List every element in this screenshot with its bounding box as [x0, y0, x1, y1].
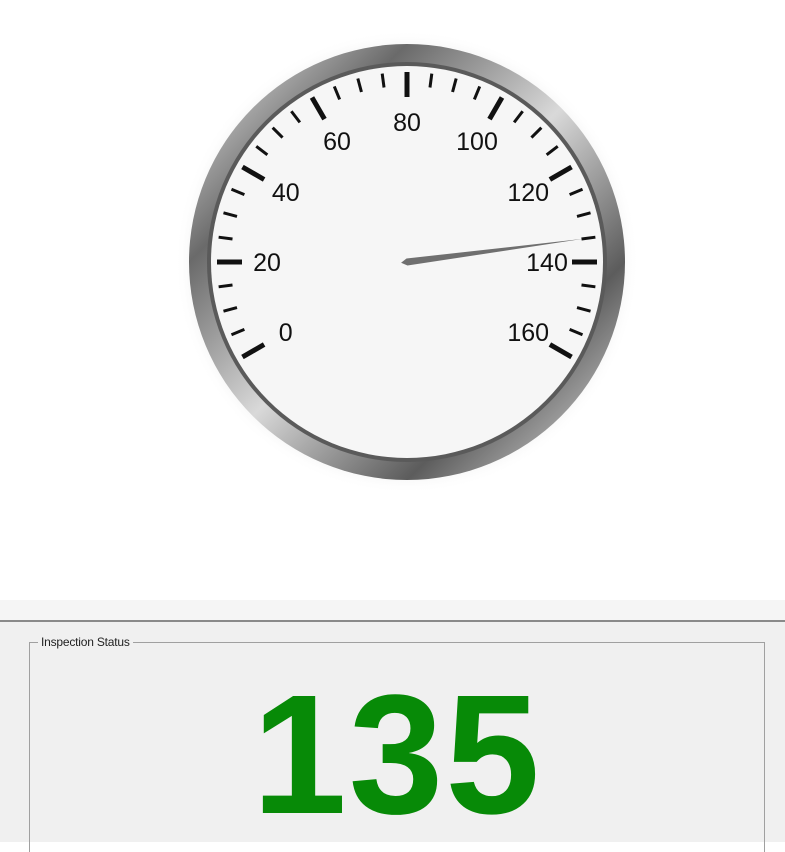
gauge-label-100: 100	[456, 128, 498, 156]
gauge-panel: 0 20 40 60 80 100 120 140 160	[0, 0, 785, 600]
divider-band	[0, 600, 785, 620]
minor-tick	[380, 73, 386, 88]
minor-tick	[581, 235, 596, 241]
gauge-label-60: 60	[323, 128, 351, 156]
speedometer-gauge: 0 20 40 60 80 100 120 140 160	[175, 30, 639, 494]
inspection-status-groupbox: Inspection Status 135	[29, 635, 765, 852]
inspection-status-panel: Inspection Status 135	[0, 622, 785, 852]
gauge-label-120: 120	[507, 179, 549, 207]
status-value: 135	[252, 660, 542, 850]
gauge-label-40: 40	[272, 179, 300, 207]
minor-tick	[428, 73, 434, 88]
gauge-label-0: 0	[279, 319, 293, 347]
gauge-label-80: 80	[393, 109, 421, 137]
gauge-label-140: 140	[526, 249, 568, 277]
minor-tick	[218, 235, 233, 241]
groupbox-title: Inspection Status	[38, 635, 133, 649]
minor-tick	[218, 283, 233, 289]
gauge-label-20: 20	[253, 249, 281, 277]
gauge-label-160: 160	[507, 319, 549, 347]
minor-tick	[581, 283, 596, 289]
